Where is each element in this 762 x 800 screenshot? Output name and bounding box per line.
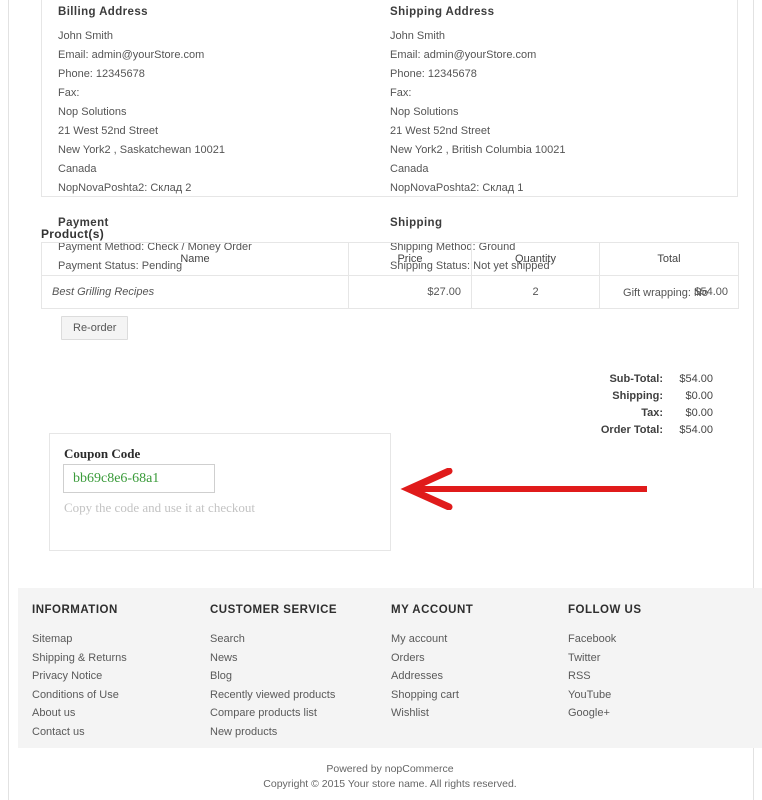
address-line: New York2 , Saskatchewan 10021 (58, 144, 225, 156)
footer-link-twitter[interactable]: Twitter (568, 649, 642, 668)
column-header-total: Total (599, 242, 739, 276)
address-line: NopNovaPoshta2: Склад 2 (58, 182, 192, 194)
address-line: Fax: (58, 87, 80, 99)
totals-row: Tax: $0.00 (513, 405, 713, 422)
shipping-address-column: Shipping Address John Smith Email: admin… (390, 6, 710, 276)
address-line: Email: admin@yourStore.com (390, 49, 537, 61)
totals-label: Tax: (641, 407, 663, 419)
address-line: Phone: 12345678 (58, 68, 145, 80)
re-order-button[interactable]: Re-order (61, 316, 129, 340)
product-quantity: 2 (471, 275, 600, 309)
address-line: 21 West 52nd Street (58, 125, 159, 137)
footer-column-my-account: MY ACCOUNT My account Orders Addresses S… (391, 604, 473, 723)
order-details-box: Billing Address John Smith Email: admin@… (41, 0, 738, 272)
footer-column-follow-us: FOLLOW US Facebook Twitter RSS YouTube G… (568, 604, 642, 723)
footer-link-contact-us[interactable]: Contact us (32, 723, 127, 742)
products-section-title: Product(s) (41, 227, 104, 241)
coupon-code-label: Coupon Code (64, 446, 141, 461)
product-name: Best Grilling Recipes (41, 275, 349, 309)
totals-label: Order Total: (600, 424, 663, 436)
coupon-code-value[interactable]: bb69c8e6-68a1 (63, 464, 215, 493)
coupon-code-panel: Coupon Code bb69c8e6-68a1 Copy the code … (49, 433, 391, 551)
address-line: New York2 , British Columbia 10021 (390, 144, 566, 156)
footer-link-news[interactable]: News (210, 649, 337, 668)
footer-link-orders[interactable]: Orders (391, 649, 473, 668)
payment-title: Payment (58, 217, 109, 229)
footer-link-privacy-notice[interactable]: Privacy Notice (32, 667, 127, 686)
billing-address-title: Billing Address (58, 6, 148, 18)
footer-column-information: INFORMATION Sitemap Shipping & Returns P… (32, 604, 127, 741)
footer-column-title: CUSTOMER SERVICE (210, 604, 338, 616)
footer-link-about-us[interactable]: About us (32, 704, 127, 723)
footer-column-title: MY ACCOUNT (391, 604, 474, 616)
footer-link-shipping-returns[interactable]: Shipping & Returns (32, 649, 127, 668)
address-line: John Smith (58, 30, 114, 42)
footer-link-shopping-cart[interactable]: Shopping cart (391, 686, 473, 705)
footer-link-recently-viewed-products[interactable]: Recently viewed products (210, 686, 337, 705)
address-line: Canada (58, 163, 97, 175)
totals-row: Shipping: $0.00 (513, 388, 713, 405)
address-line: Nop Solutions (390, 106, 459, 118)
column-header-quantity: Quantity (471, 242, 600, 276)
footer-link-google-plus[interactable]: Google+ (568, 704, 642, 723)
footer-link-my-account[interactable]: My account (391, 630, 473, 649)
shipping-title: Shipping (390, 217, 443, 229)
totals-value: $0.00 (685, 407, 713, 419)
address-line: Fax: (390, 87, 412, 99)
address-line: Phone: 12345678 (390, 68, 477, 80)
coupon-code-hint: Copy the code and use it at checkout (64, 500, 255, 515)
footer-link-facebook[interactable]: Facebook (568, 630, 642, 649)
totals-row: Order Total: $54.00 (513, 422, 713, 439)
footer-link-addresses[interactable]: Addresses (391, 667, 473, 686)
totals-label: Sub-Total: (609, 373, 663, 385)
address-line: Nop Solutions (58, 106, 127, 118)
address-line: 21 West 52nd Street (390, 125, 491, 137)
site-footer: INFORMATION Sitemap Shipping & Returns P… (18, 588, 762, 748)
footer-link-compare-products-list[interactable]: Compare products list (210, 704, 337, 723)
totals-value: $0.00 (685, 390, 713, 402)
billing-address-column: Billing Address John Smith Email: admin@… (58, 6, 378, 276)
address-line: Canada (390, 163, 429, 175)
order-totals: Sub-Total: $54.00 Shipping: $0.00 Tax: $… (513, 371, 713, 439)
product-price: $27.00 (348, 275, 472, 309)
footer-copyright-area: Powered by nopCommerce Copyright © 2015 … (18, 748, 762, 792)
column-header-name: Name (41, 242, 349, 276)
footer-link-rss[interactable]: RSS (568, 667, 642, 686)
footer-link-youtube[interactable]: YouTube (568, 686, 642, 705)
powered-by-text: Powered by nopCommerce (326, 763, 454, 775)
footer-column-customer-service: CUSTOMER SERVICE Search News Blog Recent… (210, 604, 337, 741)
footer-column-title: FOLLOW US (568, 604, 642, 616)
totals-value: $54.00 (679, 373, 713, 385)
address-line: Email: admin@yourStore.com (58, 49, 205, 61)
footer-column-title: INFORMATION (32, 604, 118, 616)
footer-link-new-products[interactable]: New products (210, 723, 337, 742)
address-line: John Smith (390, 30, 446, 42)
footer-link-blog[interactable]: Blog (210, 667, 337, 686)
footer-link-sitemap[interactable]: Sitemap (32, 630, 127, 649)
copyright-text: Copyright © 2015 Your store name. All ri… (263, 778, 517, 790)
totals-row: Sub-Total: $54.00 (513, 371, 713, 388)
shipping-address-title: Shipping Address (390, 6, 495, 18)
footer-link-conditions-of-use[interactable]: Conditions of Use (32, 686, 127, 705)
shipping-address-lines: John Smith Email: admin@yourStore.com Ph… (390, 27, 710, 198)
column-header-price: Price (348, 242, 472, 276)
red-arrow-annotation-icon (400, 468, 647, 510)
page-container: Billing Address John Smith Email: admin@… (8, 0, 762, 800)
totals-value: $54.00 (679, 424, 713, 436)
totals-label: Shipping: (612, 390, 663, 402)
billing-address-lines: John Smith Email: admin@yourStore.com Ph… (58, 27, 378, 198)
address-line: NopNovaPoshta2: Склад 1 (390, 182, 524, 194)
footer-link-search[interactable]: Search (210, 630, 337, 649)
footer-link-wishlist[interactable]: Wishlist (391, 704, 473, 723)
table-header-row: Name Price Quantity Total (41, 242, 739, 276)
gift-wrapping-note: Gift wrapping: No (623, 287, 708, 299)
